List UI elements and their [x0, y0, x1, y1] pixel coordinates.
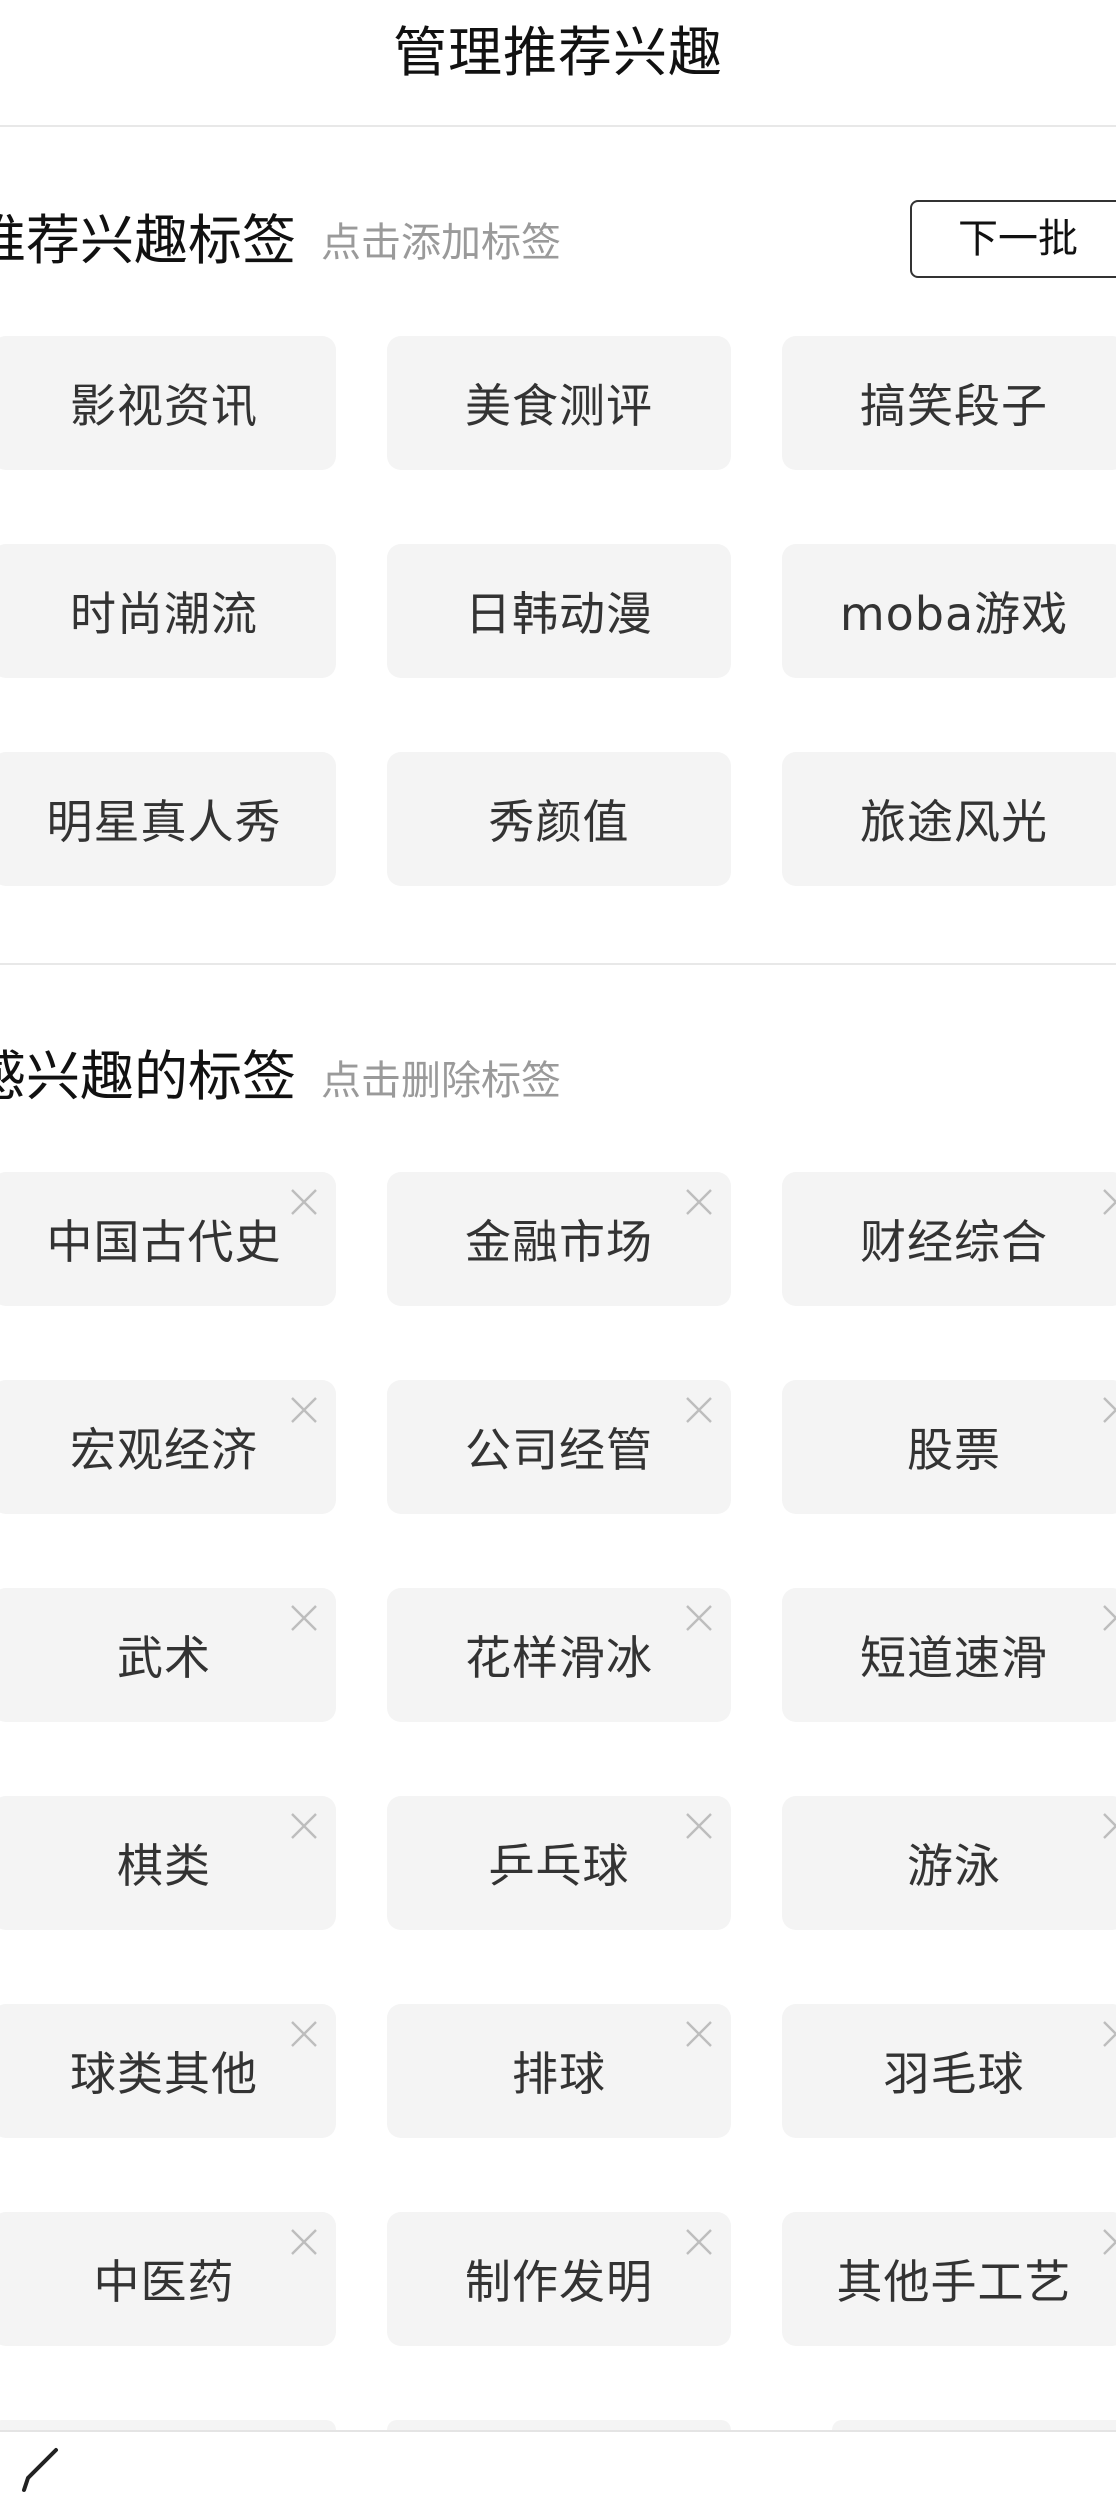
recommended-tag[interactable]: 时尚潮流 [0, 544, 336, 678]
manage-interests-page: 管理推荐兴趣 推荐兴趣标签 点击添加标签 下一批 影视资讯 美食测评 搞笑段子 … [0, 0, 1116, 2496]
interested-tag[interactable]: 制作发明 [387, 2212, 731, 2346]
section-divider [0, 963, 1116, 965]
tag-label: 羽毛球 [883, 2047, 1025, 2101]
close-icon[interactable] [280, 1386, 328, 1434]
interested-tag[interactable]: 股票 [782, 1380, 1116, 1514]
interested-section-hint: 点击删除标签 [321, 1058, 561, 1104]
tag-label: 其他手工艺 [836, 2255, 1072, 2309]
interested-tag[interactable]: 中医药 [0, 2212, 336, 2346]
tag-label: 影视资讯 [70, 379, 258, 433]
interested-tag[interactable]: 花样滑冰 [387, 1588, 731, 1722]
interested-tag[interactable]: 其他手工艺 [782, 2212, 1116, 2346]
interested-tag[interactable]: 财经综合 [782, 1172, 1116, 1306]
recommended-tag[interactable]: 美食测评 [387, 336, 731, 470]
close-icon[interactable] [1092, 1802, 1116, 1850]
tag-label: 时尚潮流 [70, 587, 258, 641]
interested-tag[interactable]: 棋类 [0, 1796, 336, 1930]
interested-tag[interactable]: 金融市场 [387, 1172, 731, 1306]
recommended-tag[interactable]: 日韩动漫 [387, 544, 731, 678]
header: 管理推荐兴趣 [0, 0, 1116, 127]
recommended-section-title: 推荐兴趣标签 [0, 209, 296, 272]
tag-label: 美食测评 [465, 379, 653, 433]
close-icon[interactable] [675, 1386, 723, 1434]
close-icon[interactable] [675, 2010, 723, 2058]
recommended-tag[interactable]: 秀颜值 [387, 752, 731, 886]
interested-tag[interactable]: 排球 [387, 2004, 731, 2138]
interested-tag[interactable]: 宏观经济 [0, 1380, 336, 1514]
interested-section-title: 感兴趣的标签 [0, 1045, 296, 1108]
close-icon[interactable] [675, 1594, 723, 1642]
tag-label: 游泳 [907, 1839, 1001, 1893]
next-batch-button[interactable]: 下一批 [910, 200, 1116, 278]
close-icon[interactable] [1092, 2218, 1116, 2266]
close-icon[interactable] [280, 1178, 328, 1226]
bottom-toolbar [0, 2430, 1116, 2496]
pencil-icon[interactable] [18, 2446, 68, 2496]
close-icon[interactable] [1092, 2010, 1116, 2058]
interested-tag[interactable]: 武术 [0, 1588, 336, 1722]
interested-tag[interactable]: 乒乓球 [387, 1796, 731, 1930]
tag-label: 日韩动漫 [465, 587, 653, 641]
close-icon[interactable] [1092, 1594, 1116, 1642]
close-icon[interactable] [675, 1178, 723, 1226]
interested-tag[interactable]: 公司经管 [387, 1380, 731, 1514]
tag-label: 旅途风光 [860, 795, 1048, 849]
close-icon[interactable] [1092, 1386, 1116, 1434]
close-icon[interactable] [280, 1802, 328, 1850]
tag-label: 明星真人秀 [46, 795, 282, 849]
recommended-tag[interactable]: moba游戏 [782, 544, 1116, 678]
close-icon[interactable] [280, 1594, 328, 1642]
tag-label: moba游戏 [839, 587, 1069, 641]
close-icon[interactable] [280, 2010, 328, 2058]
close-icon[interactable] [675, 2218, 723, 2266]
close-icon[interactable] [280, 2218, 328, 2266]
tag-label: 秀颜值 [488, 795, 630, 849]
recommended-tag[interactable]: 明星真人秀 [0, 752, 336, 886]
recommended-tag[interactable]: 旅途风光 [782, 752, 1116, 886]
recommended-section-hint: 点击添加标签 [321, 220, 561, 266]
interested-tag[interactable]: 球类其他 [0, 2004, 336, 2138]
close-icon[interactable] [1092, 1178, 1116, 1226]
tag-label: 搞笑段子 [860, 379, 1048, 433]
interested-tag[interactable]: 中国古代史 [0, 1172, 336, 1306]
tag-label: 股票 [907, 1423, 1001, 1477]
close-icon[interactable] [675, 1802, 723, 1850]
interested-tag[interactable]: 羽毛球 [782, 2004, 1116, 2138]
page-title: 管理推荐兴趣 [393, 21, 723, 84]
tag-label: 财经综合 [860, 1215, 1048, 1269]
interested-tag[interactable]: 游泳 [782, 1796, 1116, 1930]
tag-label: 短道速滑 [860, 1631, 1048, 1685]
recommended-tag[interactable]: 搞笑段子 [782, 336, 1116, 470]
interested-tag[interactable]: 短道速滑 [782, 1588, 1116, 1722]
recommended-tag[interactable]: 影视资讯 [0, 336, 336, 470]
